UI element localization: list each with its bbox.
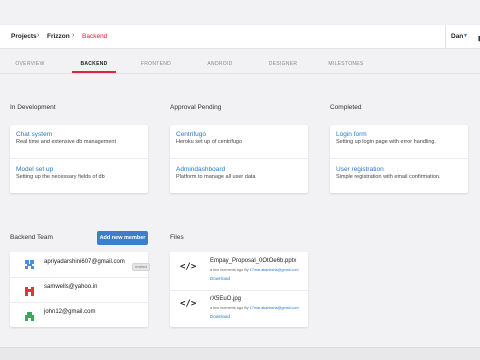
tab-designer[interactable]: DESIGNER [253, 61, 313, 67]
code-file-icon: </> [180, 299, 197, 309]
file-name[interactable]: rX5EuO.jpg [210, 296, 241, 302]
column-title-in-development: In Development [10, 104, 56, 111]
file-meta: a few moments ago By 17mar.akanksha@gmai… [210, 268, 299, 272]
tab-milestones[interactable]: MILESTONES [316, 61, 376, 67]
task-title[interactable]: Centrifugo [176, 131, 206, 138]
task-title[interactable]: Model set up [16, 166, 53, 173]
task-title[interactable]: Login form [336, 131, 367, 138]
active-tab-indicator [72, 71, 116, 73]
task-description: Setting up the necessary fields of db [16, 174, 105, 180]
tab-bar: OVERVIEW BACKEND FRONTEND ANDROID DESIGN… [0, 50, 480, 74]
column-title-approval-pending: Approval Pending [170, 104, 222, 111]
files-section-title: Files [170, 234, 184, 241]
tab-backend[interactable]: BACKEND [64, 61, 124, 67]
column-card-approval-pending: Centrifugo Heroku set up of centrifugo A… [170, 125, 308, 193]
task-description: Setting up login page with error handlin… [336, 139, 436, 145]
code-file-icon: </> [180, 262, 197, 272]
add-member-button[interactable]: Add new member [97, 231, 148, 245]
user-menu[interactable]: Dan [451, 33, 463, 40]
column-card-in-development: Chat system Real time and extensive db m… [10, 125, 148, 193]
task-description: Simple registration with email confirmat… [336, 174, 441, 180]
team-card: apriyadarshini607@gmail.com invited samw… [10, 252, 150, 327]
column-title-completed: Completed [330, 104, 362, 111]
top-bar: Projects › Frizzon › Backend Dan ▼ ▗ [0, 25, 480, 49]
breadcrumb-project[interactable]: Frizzon [47, 33, 70, 40]
task-description: Real time and extensive db management [16, 139, 116, 145]
divider [330, 158, 468, 159]
task-description: Heroku set up of centrifugo [176, 139, 243, 145]
column-card-completed: Login form Setting up login page with er… [330, 125, 468, 193]
download-link[interactable]: Download [210, 314, 230, 319]
team-section-title: Backend Team [10, 234, 53, 241]
caret-down-icon[interactable]: ▼ [463, 33, 468, 39]
file-meta: a few moments ago By 17mar.akanksha@gmai… [210, 306, 299, 310]
task-title[interactable]: Admindashboard [176, 166, 225, 173]
invited-badge: invited [132, 263, 150, 271]
member-email: apriyadarshini607@gmail.com [44, 259, 125, 265]
download-link[interactable]: Download [210, 276, 230, 281]
member-email: john12@gmail.com [44, 309, 96, 315]
member-email: samwells@yahoo.in [44, 284, 98, 290]
task-title[interactable]: User registration [336, 166, 384, 173]
menu-icon[interactable]: ▗ [475, 31, 480, 42]
task-title[interactable]: Chat system [16, 131, 52, 138]
divider [10, 158, 148, 159]
member-avatar [25, 312, 34, 321]
tab-android[interactable]: ANDROID [190, 61, 250, 67]
breadcrumb-current: Backend [82, 33, 108, 40]
breadcrumb-separator: › [37, 32, 40, 39]
breadcrumb-projects[interactable]: Projects [11, 33, 37, 40]
member-avatar [25, 287, 34, 296]
divider [170, 158, 308, 159]
divider [10, 302, 148, 303]
divider [445, 25, 446, 49]
member-avatar [25, 260, 34, 269]
file-name[interactable]: Empay_Proposal_0OtOe6b.pptx [210, 258, 296, 264]
divider [10, 277, 148, 278]
divider [170, 290, 308, 291]
tab-frontend[interactable]: FRONTEND [126, 61, 186, 67]
files-card: </> Empay_Proposal_0OtOe6b.pptx a few mo… [170, 252, 308, 327]
task-description: Platform to manage all user data [176, 174, 256, 180]
tab-overview[interactable]: OVERVIEW [0, 61, 60, 67]
footer-bar [0, 347, 480, 360]
breadcrumb-separator: › [72, 32, 75, 39]
